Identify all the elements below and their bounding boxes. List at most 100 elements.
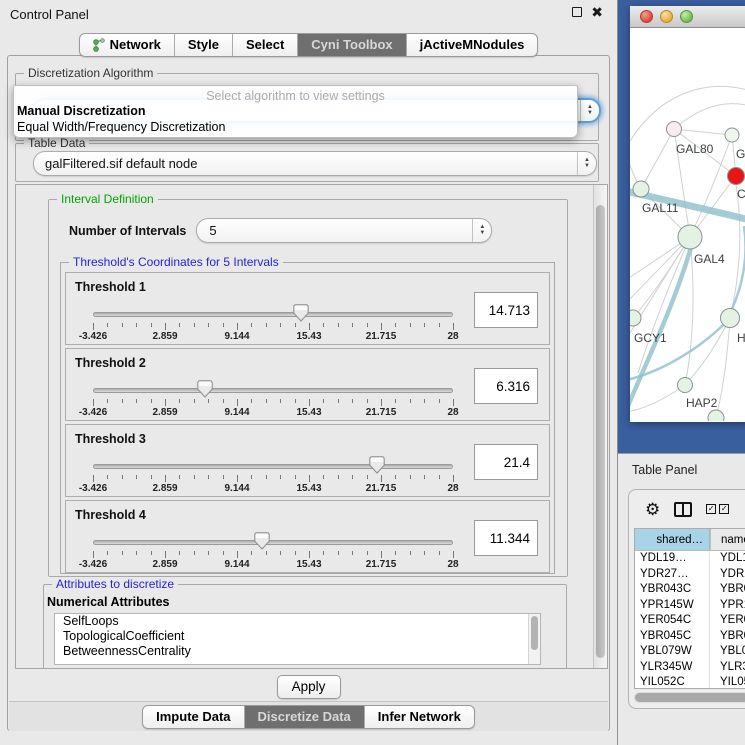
cell-shared-name[interactable]: YLR345W <box>635 660 710 676</box>
cell-name[interactable]: YBR045C <box>710 629 745 645</box>
slider-thumb-icon[interactable] <box>293 304 309 322</box>
list-scrollbar[interactable] <box>528 614 540 664</box>
table-data-combobox[interactable]: galFiltered.sif default node ▲▼ <box>33 151 597 176</box>
cell-name[interactable]: YDL19 <box>710 551 745 567</box>
network-node-gal4[interactable] <box>678 225 702 249</box>
threshold-value-field[interactable]: 14.713 <box>474 292 538 328</box>
network-view-window[interactable]: GAL80GACGAL11GAL4GCY1HHAP2 <box>630 6 745 422</box>
network-node-label: HAP2 <box>686 396 718 410</box>
tab-style[interactable]: Style <box>175 34 233 56</box>
threshold-panel: Threshold 2 -3.4262.8599.14415.4321.7152… <box>65 348 550 421</box>
apply-button[interactable]: Apply <box>277 675 341 699</box>
table-row[interactable]: YIL052C YIL052C <box>635 675 745 688</box>
network-node-gcy1[interactable] <box>630 310 641 326</box>
split-columns-icon[interactable] <box>674 502 692 517</box>
threshold-slider[interactable]: -3.4262.8599.14415.4321.71528 <box>93 533 453 567</box>
popup-item-equal-width[interactable]: Equal Width/Frequency Discretization <box>14 119 577 135</box>
popup-hint: Select algorithm to view settings <box>14 86 577 103</box>
minimize-traffic-light-icon[interactable] <box>660 10 673 23</box>
popup-item-manual[interactable]: Manual Discretization <box>14 103 577 119</box>
threshold-slider[interactable]: -3.4262.8599.14415.4321.71528 <box>93 305 453 339</box>
threshold-label: Threshold 3 <box>66 425 549 446</box>
cell-name[interactable]: YDR27 <box>710 567 745 583</box>
network-window-titlebar[interactable] <box>630 6 745 28</box>
tab-jactivemnodules[interactable]: jActiveMNodules <box>407 34 538 56</box>
threshold-value-field[interactable]: 6.316 <box>474 368 538 404</box>
attribute-list-item[interactable]: TopologicalCoefficient <box>55 629 540 644</box>
network-node-c[interactable] <box>728 168 745 185</box>
tab-impute-data[interactable]: Impute Data <box>143 706 244 728</box>
cell-shared-name[interactable]: YPR145W <box>635 598 710 614</box>
algorithm-dropdown-popup: Select algorithm to view settings Manual… <box>13 85 578 138</box>
cell-shared-name[interactable]: YIL052C <box>635 675 710 688</box>
slider-thumb-icon[interactable] <box>254 532 270 550</box>
group-title: Attributes to discretize <box>52 577 178 591</box>
combo-stepper-icon[interactable]: ▲▼ <box>577 152 596 175</box>
cell-name[interactable]: YBL079W <box>710 644 745 660</box>
float-window-icon[interactable] <box>572 7 582 17</box>
panel-title: Control Panel <box>10 7 89 22</box>
tab-infer-network[interactable]: Infer Network <box>365 706 474 728</box>
table-toolbar: ⚙ ✓ ✓ <box>629 490 745 528</box>
table-row[interactable]: YPR145W YPR145W <box>635 598 745 614</box>
cell-name[interactable]: YER054C <box>710 613 745 629</box>
threshold-value-field[interactable]: 11.344 <box>474 520 538 556</box>
tab-select[interactable]: Select <box>233 34 298 56</box>
checkbox-icon[interactable]: ✓ <box>719 504 729 514</box>
network-node-label: C <box>737 187 745 201</box>
gear-icon[interactable]: ⚙ <box>645 501 660 518</box>
network-node-ga[interactable] <box>725 128 739 142</box>
cell-shared-name[interactable]: YDL19… <box>635 551 710 567</box>
vertical-scrollbar[interactable] <box>593 185 607 668</box>
close-icon[interactable]: ✖ <box>591 7 603 17</box>
num-intervals-combobox[interactable]: 5 ▲▼ <box>196 218 492 243</box>
checkbox-icon[interactable]: ✓ <box>706 504 716 514</box>
table-row[interactable]: YBR045C YBR045C <box>635 629 745 645</box>
table-panel: Table Panel ⚙ ✓ ✓ shared… name YDL19… YD… <box>618 453 745 745</box>
cell-shared-name[interactable]: YER054C <box>635 613 710 629</box>
network-node-h[interactable] <box>721 309 740 328</box>
tab-network[interactable]: Network <box>80 34 175 56</box>
zoom-traffic-light-icon[interactable] <box>680 10 693 23</box>
tab-cyni-toolbox[interactable]: Cyni Toolbox <box>298 34 406 56</box>
combo-stepper-icon[interactable]: ▲▼ <box>580 100 599 121</box>
slider-track[interactable] <box>93 312 453 317</box>
cell-shared-name[interactable]: YDR27… <box>635 567 710 583</box>
slider-track[interactable] <box>93 540 453 545</box>
tab-discretize-data[interactable]: Discretize Data <box>245 706 365 728</box>
horizontal-scrollbar[interactable] <box>634 692 745 703</box>
network-canvas[interactable]: GAL80GACGAL11GAL4GCY1HHAP2 <box>630 28 745 421</box>
table-row[interactable]: YBL079W YBL079W <box>635 644 745 660</box>
attribute-list-item[interactable]: SelfLoops <box>55 614 540 629</box>
combo-stepper-icon[interactable]: ▲▼ <box>472 219 491 242</box>
table-row[interactable]: YDR27… YDR27 <box>635 567 745 583</box>
threshold-slider[interactable]: -3.4262.8599.14415.4321.71528 <box>93 381 453 415</box>
network-node[interactable] <box>708 410 724 421</box>
cell-shared-name[interactable]: YBL079W <box>635 644 710 660</box>
table-row[interactable]: YLR345W YLR345W <box>635 660 745 676</box>
cell-name[interactable]: YLR345W <box>710 660 745 676</box>
cell-name[interactable]: YPR145W <box>710 598 745 614</box>
table-row[interactable]: YDL19… YDL19 <box>635 551 745 567</box>
threshold-value-field[interactable]: 21.4 <box>474 444 538 480</box>
attribute-list-item[interactable]: BetweennessCentrality <box>55 644 540 659</box>
column-header-name[interactable]: name <box>710 529 745 550</box>
cell-name[interactable]: YBR043C <box>710 582 745 598</box>
network-node-gal11[interactable] <box>633 181 649 197</box>
close-traffic-light-icon[interactable] <box>640 10 653 23</box>
cell-name[interactable]: YIL052C <box>710 675 745 688</box>
network-node-gal80[interactable] <box>667 122 682 137</box>
threshold-slider[interactable]: -3.4262.8599.14415.4321.71528 <box>93 457 453 491</box>
cell-shared-name[interactable]: YBR045C <box>635 629 710 645</box>
table-row[interactable]: YER054C YER054C <box>635 613 745 629</box>
slider-thumb-icon[interactable] <box>197 380 213 398</box>
table-row[interactable]: YBR043C YBR043C <box>635 582 745 598</box>
slider-track[interactable] <box>93 464 453 469</box>
cell-shared-name[interactable]: YBR043C <box>635 582 710 598</box>
cyni-toolbox-content: Discretization Algorithm ▲▼ Select algor… <box>7 55 610 731</box>
slider-thumb-icon[interactable] <box>369 456 385 474</box>
slider-track[interactable] <box>93 388 453 393</box>
numerical-attributes-list[interactable]: SelfLoopsTopologicalCoefficientBetweenne… <box>54 613 541 665</box>
column-header-shared-name[interactable]: shared… <box>635 529 710 550</box>
network-node-hap2[interactable] <box>678 378 693 393</box>
